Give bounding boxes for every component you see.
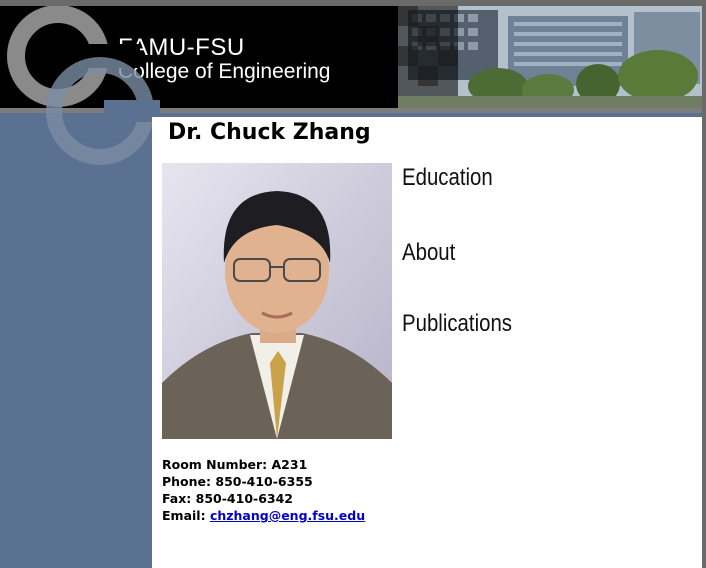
nav-link-education[interactable]: Education [402,164,493,192]
portrait-photo [162,163,392,439]
room-number: Room Number: A231 [162,457,308,472]
page-title: Dr. Chuck Zhang [168,120,371,145]
campus-building-photo [398,6,702,108]
window-frame-right [702,0,706,568]
email-link[interactable]: chzhang@eng.fsu.edu [210,508,365,523]
fax-number: Fax: 850-410-6342 [162,491,294,506]
email-label: Email: [162,508,206,523]
email-row: Email: chzhang@eng.fsu.edu [162,507,365,524]
nav-link-about[interactable]: About [402,239,455,267]
contact-info: Room Number: A231 Phone: 850-410-6355 Fa… [162,456,365,524]
main-content: Dr. Chuck Zhang Education About Publicat… [152,117,702,568]
phone-number: Phone: 850-410-6355 [162,474,313,489]
college-logo-icon [0,6,160,196]
nav-link-publications[interactable]: Publications [402,310,512,338]
